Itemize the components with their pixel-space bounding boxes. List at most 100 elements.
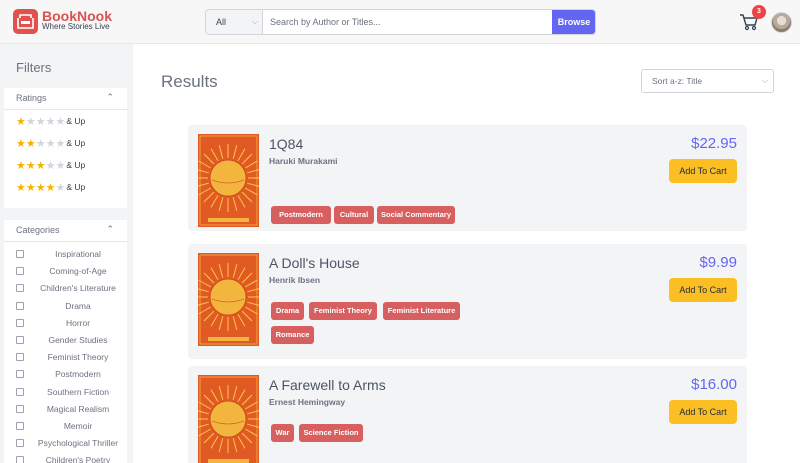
star-icon: ★ (55, 160, 66, 172)
book-price: $9.99 (699, 254, 737, 271)
ratings-header[interactable]: Ratings ⌃ (4, 88, 127, 110)
genre-tag[interactable]: Science Fiction (299, 424, 363, 442)
category-item[interactable]: Gender Studies (16, 334, 126, 348)
sort-value: Sort a-z: Title (652, 76, 703, 86)
genre-tag[interactable]: Cultural (334, 206, 374, 224)
book-price: $22.95 (691, 135, 737, 152)
book-cover-image[interactable] (198, 253, 259, 346)
genre-tag[interactable]: Feminist Theory (309, 302, 377, 320)
category-item[interactable]: Southern Fiction (16, 386, 126, 400)
star-icon: ★ (16, 116, 26, 128)
rating-filter-2[interactable]: ★★★★★& Up (16, 138, 85, 152)
category-checkbox[interactable] (16, 404, 24, 413)
category-label: Psychological Thriller (37, 438, 119, 449)
category-checkbox[interactable] (16, 353, 24, 362)
rating-suffix: & Up (66, 182, 86, 192)
star-icon: ★ (45, 116, 56, 128)
book-cover-image[interactable] (198, 134, 259, 227)
category-checkbox[interactable] (16, 336, 24, 344)
star-icon: ★ (55, 182, 66, 194)
browse-button[interactable]: Browse (552, 10, 595, 34)
star-icon: ★ (55, 116, 66, 128)
chevron-up-icon: ⌃ (106, 92, 114, 102)
category-label: Memoir (63, 421, 93, 431)
book-title[interactable]: 1Q84 (269, 136, 303, 152)
category-item[interactable]: Horror (16, 317, 126, 331)
rating-filter-3[interactable]: ★★★★★& Up (16, 160, 85, 174)
genre-tag[interactable]: Postmodern (271, 206, 331, 224)
star-icon: ★ (16, 138, 26, 150)
add-to-cart-button[interactable]: Add To Cart (669, 159, 737, 183)
rating-suffix: & Up (66, 138, 86, 148)
category-item[interactable]: Feminist Theory (16, 351, 126, 365)
book-price: $16.00 (691, 376, 737, 393)
category-checkbox[interactable] (16, 284, 24, 293)
user-avatar[interactable] (771, 12, 792, 33)
book-cover-image[interactable] (198, 375, 259, 463)
ratings-label: Ratings (16, 93, 47, 103)
chevron-down-icon: ⌵ (761, 76, 768, 85)
category-label: Postmodern (55, 369, 101, 380)
rating-filter-4[interactable]: ★★★★★& Up (16, 182, 85, 196)
star-icon: ★ (25, 160, 36, 172)
category-item[interactable]: Coming-of-Age (16, 265, 126, 279)
star-icon: ★ (45, 138, 56, 150)
category-label: Horror (65, 317, 91, 328)
categories-panel: Categories ⌃ Inspirational Coming-of-Age C… (4, 220, 127, 463)
category-item[interactable]: Inspirational (16, 248, 126, 262)
sort-select[interactable]: Sort a-z: Title ⌵ (641, 69, 774, 93)
ratings-panel: Ratings ⌃ ★★★★★& Up ★★★★★& Up ★★★★★& Up ★★★… (4, 88, 127, 208)
category-label: Coming-of-Age (49, 266, 107, 277)
brand-name[interactable]: BookNook (42, 9, 112, 23)
add-to-cart-button[interactable]: Add To Cart (669, 278, 737, 302)
category-checkbox[interactable] (16, 370, 24, 379)
category-checkbox[interactable] (16, 387, 24, 396)
category-checkbox[interactable] (16, 301, 24, 310)
category-checkbox[interactable] (16, 439, 24, 448)
category-item[interactable]: Drama (16, 300, 126, 314)
category-item[interactable]: Psychological Thriller (16, 437, 126, 451)
genre-tag[interactable]: War (271, 424, 294, 442)
categories-header[interactable]: Categories ⌃ (4, 220, 127, 242)
categories-label: Categories (16, 225, 60, 235)
category-item[interactable]: Children's Poetry (16, 454, 126, 463)
chevron-down-icon: ⌵ (251, 17, 258, 26)
genre-tag[interactable]: Drama (271, 302, 304, 320)
star-icon: ★ (45, 182, 56, 194)
category-label: Magical Realism (46, 403, 110, 414)
category-checkbox[interactable] (16, 267, 24, 276)
category-item[interactable]: Postmodern (16, 368, 126, 382)
star-icon: ★ (25, 138, 36, 150)
search-category-select[interactable]: All ⌵ (206, 10, 263, 34)
booknook-logo-icon[interactable] (13, 9, 38, 34)
category-label: Children's Poetry (45, 455, 111, 463)
search-input[interactable] (264, 10, 554, 34)
category-checkbox[interactable] (16, 250, 24, 258)
category-label: Drama (65, 300, 91, 311)
results-panel: Results Sort a-z: Title ⌵ 1Q84 Haruki Mur… (133, 44, 800, 463)
category-label: Inspirational (55, 249, 101, 259)
category-label: Feminist Theory (47, 352, 109, 363)
category-item[interactable]: Memoir (16, 420, 126, 434)
category-label: Southern Fiction (47, 386, 109, 397)
star-icon: ★ (55, 138, 66, 150)
search-category-value: All (216, 17, 227, 27)
genre-tag[interactable]: Social Commentary (377, 206, 455, 224)
star-icon: ★ (16, 182, 26, 194)
rating-suffix: & Up (66, 116, 86, 126)
book-title[interactable]: A Farewell to Arms (269, 377, 386, 393)
category-item[interactable]: Magical Realism (16, 403, 126, 417)
add-to-cart-button[interactable]: Add To Cart (669, 400, 737, 424)
category-item[interactable]: Children's Literature (16, 282, 126, 296)
star-icon: ★ (35, 116, 46, 128)
category-label: Children's Literature (40, 283, 116, 294)
genre-tag[interactable]: Feminist Literature (383, 302, 460, 320)
star-icon: ★ (25, 116, 36, 128)
category-label: Gender Studies (48, 335, 108, 345)
category-checkbox[interactable] (16, 422, 24, 430)
book-title[interactable]: A Doll's House (269, 255, 360, 271)
rating-filter-1[interactable]: ★★★★★& Up (16, 116, 85, 130)
genre-tag[interactable]: Romance (271, 326, 314, 344)
category-checkbox[interactable] (16, 318, 24, 327)
category-checkbox[interactable] (16, 456, 24, 463)
